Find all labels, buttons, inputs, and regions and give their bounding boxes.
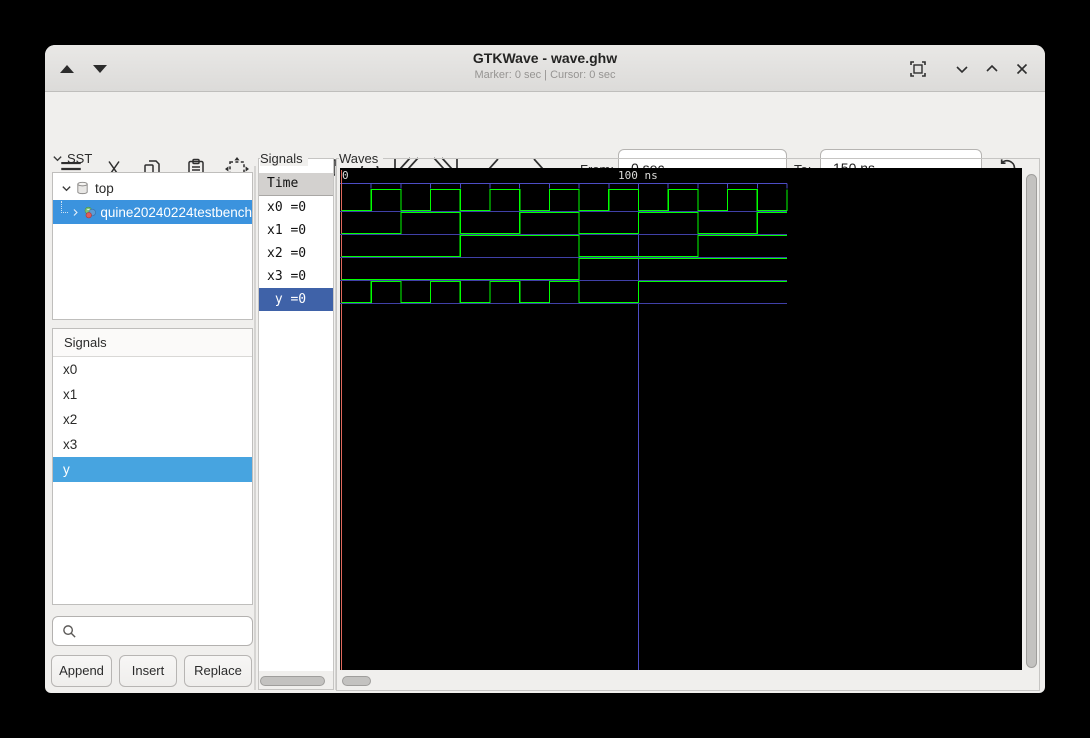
list-item-x0[interactable]: x0 [53, 357, 252, 382]
waves-hscrollbar[interactable] [342, 676, 371, 686]
signal-search-field [52, 616, 253, 646]
values-hscrollbar[interactable] [260, 676, 325, 686]
maximize-icon[interactable] [979, 56, 1005, 82]
fit-to-window-icon[interactable] [905, 56, 931, 82]
sst-label: SST [67, 151, 93, 166]
wave-canvas[interactable]: 0 100 ns [340, 168, 1022, 670]
tree-node-testbench[interactable]: quine20240224testbench [53, 200, 252, 224]
signal-facility-list: Signals x0 x1 x2 x3 y [52, 328, 253, 605]
titlebar: GTKWave - wave.ghw Marker: 0 sec | Curso… [45, 45, 1045, 92]
replace-button[interactable]: Replace [184, 655, 252, 687]
component-icon [84, 206, 96, 218]
sst-tree: top quine20240224testbench [52, 172, 253, 320]
chevron-down-icon [62, 185, 71, 191]
timescale-origin-label: 0 [342, 169, 349, 182]
module-icon [77, 181, 88, 195]
waves-vscrollbar[interactable] [1026, 174, 1037, 668]
value-row-x0[interactable]: x0 =0 [259, 196, 333, 219]
lower-window-icon[interactable] [87, 56, 113, 82]
tree-branch-line [61, 201, 68, 213]
value-row-x3[interactable]: x3 =0 [259, 265, 333, 288]
chevron-right-icon [73, 208, 78, 216]
timescale-major-label: 100 ns [618, 169, 658, 182]
waveform-plot [340, 170, 788, 670]
search-icon [63, 625, 76, 638]
tree-node-label: quine20240224testbench [100, 204, 252, 220]
chevron-down-icon [53, 156, 62, 162]
list-item-x2[interactable]: x2 [53, 407, 252, 432]
marker-cursor-status: Marker: 0 sec | Cursor: 0 sec [474, 69, 616, 81]
value-row-x1[interactable]: x1 =0 [259, 219, 333, 242]
list-item-x1[interactable]: x1 [53, 382, 252, 407]
insert-button[interactable]: Insert [119, 655, 177, 687]
time-header[interactable]: Time [259, 173, 333, 196]
minimize-icon[interactable] [949, 56, 975, 82]
signal-list-header[interactable]: Signals [53, 329, 252, 357]
close-icon[interactable] [1009, 56, 1035, 82]
waves-frame-label: Waves [339, 151, 384, 166]
toolbar: From: To: [45, 92, 1045, 187]
value-row-x2[interactable]: x2 =0 [259, 242, 333, 265]
list-item-y[interactable]: y [53, 457, 252, 482]
raise-window-icon[interactable] [54, 56, 80, 82]
search-input[interactable] [81, 618, 249, 644]
list-item-x3[interactable]: x3 [53, 432, 252, 457]
values-frame-label: Signals [260, 151, 308, 166]
sst-section-header[interactable]: SST [52, 151, 92, 166]
value-row-y[interactable]: y =0 [259, 288, 333, 311]
window-title: GTKWave - wave.ghw [472, 50, 618, 66]
tree-node-top[interactable]: top [53, 176, 252, 200]
left-panel-splitter[interactable] [254, 166, 256, 690]
gtkwave-window: GTKWave - wave.ghw Marker: 0 sec | Curso… [45, 45, 1045, 693]
append-button[interactable]: Append [51, 655, 112, 687]
tree-node-label: top [95, 180, 114, 196]
